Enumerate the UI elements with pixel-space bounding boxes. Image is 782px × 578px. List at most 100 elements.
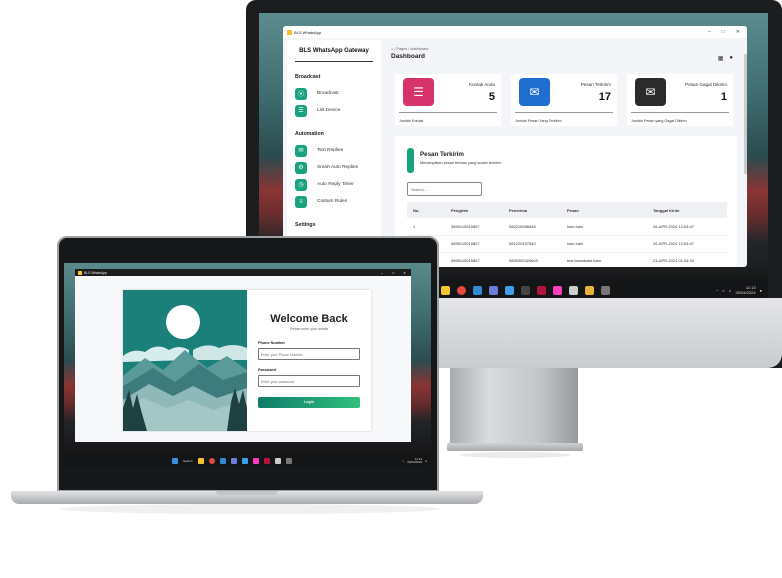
table-row[interactable]: 0895110010807 081220437640 halo halo 26-… [407, 235, 727, 253]
table-header: No. Pengirim Penerima Pesan Tanggal Kiri… [407, 202, 727, 218]
clock[interactable]: 11:13 30/04/2024 [407, 457, 422, 465]
table-cell: 0895352429600 [503, 252, 561, 267]
app-icon[interactable] [505, 285, 514, 295]
close-icon[interactable]: ✕ [736, 29, 740, 35]
login-subtitle: Please enter your details [289, 327, 329, 331]
sidebar: BLS WhatsApp Gateway Broadcast ⦿ Broadcas… [287, 40, 381, 267]
login-window: BLS WhatsApp – □ ✕ Welcome Back Please e… [75, 269, 411, 442]
xd-icon[interactable] [252, 458, 259, 464]
laptop-base [11, 491, 483, 504]
notification-icon[interactable]: ● [760, 288, 762, 293]
close-icon[interactable]: ✕ [403, 271, 406, 275]
laptop-screen: BLS WhatsApp – □ ✕ Welcome Back Please e… [64, 263, 431, 467]
panel-title: Pesan Terkirim [420, 151, 464, 158]
app-icon[interactable] [489, 285, 498, 295]
xd-icon[interactable] [553, 285, 562, 295]
stat-value: 5 [488, 91, 495, 103]
sidebar-item-label: Text Replies [317, 148, 344, 153]
wifi-icon[interactable]: ≈ [403, 459, 405, 463]
column-header[interactable]: Pengirim [445, 202, 503, 218]
column-header[interactable]: Tanggal Kirim [647, 202, 727, 218]
laptop-taskbar: Search ≈ 11:13 30/04/2024 ● [64, 455, 431, 467]
table-row[interactable]: 1 0895110010807 082216956848 halo halo 2… [407, 218, 727, 236]
sidebar-section-automation: Automation [295, 131, 324, 137]
sidebar-section-settings: Settings [295, 222, 316, 228]
home-icon[interactable]: ⌂ [391, 47, 393, 51]
sidebar-item-label: Auto Reply Timer [317, 182, 354, 187]
volume-icon[interactable]: ♫ [729, 288, 732, 293]
notification-icon[interactable]: ● [425, 459, 427, 463]
table-cell: halo halo [561, 235, 647, 253]
breadcrumb-text[interactable]: Pages / dashboard [396, 47, 428, 51]
apps-grid-icon[interactable]: ▦ [718, 55, 724, 62]
search-input[interactable]: Search... [407, 182, 482, 196]
list-icon: ☰ [295, 104, 307, 117]
sidebar-item-smart-auto-replies[interactable]: ⚙ Smart Auto Replies [295, 159, 373, 176]
laptop-notch [216, 491, 278, 495]
stat-cards: ☰ Kontak Anda 5 Jumlah Kontak ✉ Pesan Te… [395, 74, 733, 126]
app-icon[interactable] [274, 458, 281, 464]
chrome-icon[interactable] [208, 458, 215, 464]
stat-footer: Jumlah Pesan Yang Terkirim [515, 119, 562, 123]
sidebar-item-text-replies[interactable]: ✉ Text Replies [295, 142, 373, 159]
column-header[interactable]: Pesan [561, 202, 647, 218]
user-icon[interactable]: ● [729, 55, 733, 62]
stat-value: 1 [720, 91, 727, 103]
adobe-icon[interactable] [263, 458, 270, 464]
app-icon [78, 270, 82, 275]
column-header[interactable]: No. [407, 202, 445, 218]
phone-input[interactable]: Enter your Phone Number [258, 348, 360, 360]
wifi-icon[interactable]: ≈ [722, 288, 724, 293]
chevron-up-icon[interactable]: ^ [716, 288, 718, 293]
maximize-icon[interactable]: □ [392, 271, 394, 275]
login-button[interactable]: Login [258, 397, 360, 408]
login-form: Welcome Back Please enter your details P… [247, 290, 371, 431]
app-icon[interactable] [230, 458, 237, 464]
sent-messages-panel: Pesan Terkirim Menampilkan pesan terbaru… [395, 136, 737, 267]
app-icon[interactable] [521, 285, 530, 295]
file-explorer-icon[interactable] [441, 285, 450, 295]
adobe-icon[interactable] [537, 285, 546, 295]
sidebar-item-costum-rules[interactable]: ≡ Costum Rules [295, 193, 373, 210]
table-cell: 0895110010807 [445, 218, 503, 236]
panel-accent [407, 148, 414, 173]
app-icon[interactable] [569, 285, 578, 295]
minimize-icon[interactable]: – [381, 271, 383, 275]
table-cell: 26-APR-2024 12:04:47 [647, 218, 727, 236]
vscode-icon[interactable] [473, 285, 482, 295]
app-icon[interactable] [585, 285, 594, 295]
windows-start-icon[interactable] [172, 458, 178, 464]
table-cell: 1 [407, 218, 445, 236]
window-title: BLS WhatsApp [294, 29, 322, 35]
laptop-shadow [60, 504, 440, 514]
password-input[interactable]: Enter your password [258, 375, 360, 387]
scrollbar[interactable] [744, 54, 747, 174]
table-row[interactable]: 0895110010807 0895352429600 test broadca… [407, 252, 727, 267]
minimize-icon[interactable]: – [708, 29, 711, 35]
table-cell: 081220437640 [503, 235, 561, 253]
app-icon [287, 29, 292, 35]
maximize-icon[interactable]: □ [722, 29, 725, 35]
window-titlebar: BLS WhatsApp – □ ✕ [75, 269, 411, 276]
stat-footer: Jumlah Pesan yang Gagal Dikirim [631, 119, 687, 123]
stat-label: Pesan Terkirim [580, 82, 611, 87]
sidebar-item-broadcast[interactable]: ⦿ Broadcast [295, 85, 373, 102]
sidebar-item-auto-reply-timer[interactable]: ◷ Auto Reply Timer [295, 176, 373, 193]
app-icon[interactable] [241, 458, 248, 464]
clock[interactable]: 11:13 30/04/2024 [736, 285, 756, 295]
column-header[interactable]: Penerima [503, 202, 561, 218]
table-cell: 23-APR-2024 01:04:34 [647, 252, 727, 267]
taskbar-search[interactable]: Search [183, 459, 193, 463]
vscode-icon[interactable] [219, 458, 226, 464]
chrome-icon[interactable] [457, 285, 466, 295]
table-cell: 0895110010807 [445, 252, 503, 267]
monitor-stand [450, 368, 578, 448]
sidebar-item-list-device[interactable]: ☰ List Device [295, 102, 373, 119]
monitor-stand-base [447, 443, 583, 451]
file-explorer-icon[interactable] [197, 458, 204, 464]
stat-card-sent: ✉ Pesan Terkirim 17 Jumlah Pesan Yang Te… [511, 74, 617, 126]
whatsapp-gateway-window: BLS WhatsApp – □ ✕ BLS WhatsApp Gateway … [283, 26, 747, 267]
terminal-icon[interactable] [285, 458, 292, 464]
mountain-illustration [123, 290, 247, 431]
terminal-icon[interactable] [601, 285, 610, 295]
